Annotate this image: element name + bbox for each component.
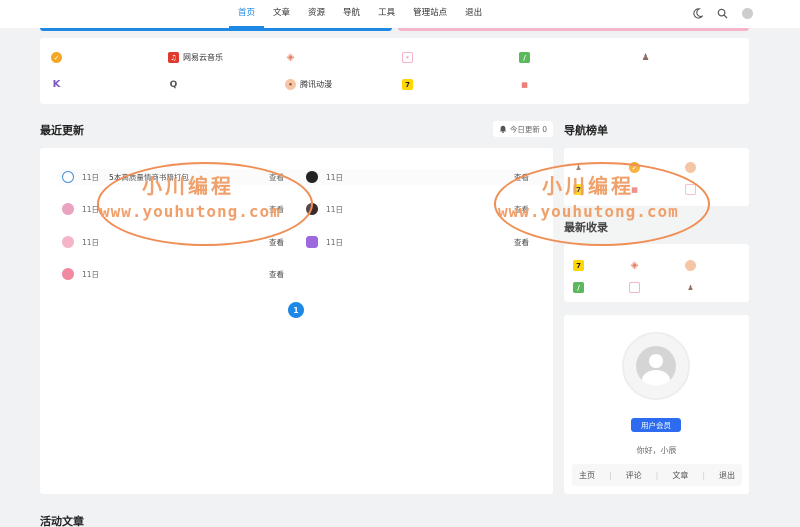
tencent-comic-icon[interactable] — [685, 162, 696, 173]
leaf-icon: / — [519, 52, 530, 63]
quick-link-netease[interactable]: ♫ 网易云音乐 — [168, 52, 223, 63]
netease-music-icon: ♫ — [168, 52, 179, 63]
quick-link-label: 网易云音乐 — [183, 53, 223, 62]
greeting-text: 你好，小辰 — [636, 446, 677, 455]
seven-logo-icon: 7 — [402, 79, 413, 90]
check-badge-icon: ✓ — [51, 52, 62, 63]
quick-link[interactable]: ▦ — [519, 79, 534, 90]
site-icon — [62, 171, 74, 183]
divider: | — [655, 470, 659, 480]
nav-home[interactable]: 首页 — [229, 0, 265, 28]
site-icon — [62, 268, 74, 280]
seven-logo-icon[interactable]: 7 — [573, 260, 584, 271]
person-icon[interactable]: ♟ — [685, 282, 696, 293]
bell-icon — [499, 125, 507, 133]
dark-mode-icon[interactable] — [690, 6, 704, 20]
quick-link[interactable]: 7 — [402, 79, 417, 90]
quick-link[interactable]: Q — [168, 79, 183, 90]
nav-admin[interactable]: 管理站点 — [404, 0, 456, 28]
quick-link[interactable]: ◈ — [285, 52, 300, 63]
chuye-icon: ▦ — [521, 80, 528, 89]
quick-link[interactable]: K — [51, 79, 66, 90]
pig-icon[interactable] — [629, 282, 640, 293]
quick-link[interactable]: ✓ — [51, 52, 66, 63]
list-item[interactable]: 11日 — [62, 236, 99, 248]
person-icon: ♟ — [641, 52, 650, 63]
top-navbar: 首页 文章 资源 导航 工具 管理站点 退出 — [0, 0, 800, 28]
quick-link-tencent-comic[interactable]: • 腾讯动漫 — [285, 79, 332, 90]
profile-link-articles[interactable]: 文章 — [672, 470, 688, 481]
list-item[interactable]: 11日 — [62, 203, 99, 215]
quick-link-label: 腾讯动漫 — [300, 80, 332, 89]
list-item[interactable]: 11日 — [306, 171, 343, 183]
list-item[interactable]: 11日 — [62, 268, 99, 280]
vip-badge[interactable]: 用户会员 — [631, 418, 681, 432]
profile-links: 主页 | 评论 | 文章 | 退出 — [572, 464, 742, 486]
list-item[interactable]: 11日 — [306, 236, 343, 248]
search-icon[interactable] — [715, 6, 729, 20]
view-link[interactable]: 查看 — [269, 269, 284, 280]
pagination-page-1[interactable]: 1 — [288, 302, 304, 318]
user-avatar[interactable] — [740, 6, 754, 20]
view-link[interactable]: 查看 — [269, 237, 284, 248]
profile-link-home[interactable]: 主页 — [579, 470, 595, 481]
watermark-url: www.youhutong.com — [100, 202, 281, 221]
nav-logout[interactable]: 退出 — [456, 0, 491, 28]
quick-link[interactable]: ♟ — [640, 52, 655, 63]
site-icon — [306, 171, 318, 183]
site-icon — [62, 236, 74, 248]
divider: | — [608, 470, 612, 480]
nav-navigation[interactable]: 导航 — [334, 0, 369, 28]
quick-links-card: ✓ ♫ 网易云音乐 ◈ • / ♟ K Q • 腾讯动漫 7 ▦ — [40, 38, 749, 104]
site-icon — [62, 203, 74, 215]
nav-resources[interactable]: 资源 — [299, 0, 334, 28]
default-avatar-icon — [636, 346, 676, 386]
tencent-comic-icon: • — [285, 79, 296, 90]
nav-tools-group — [690, 6, 754, 20]
diamond-icon: ◈ — [286, 52, 295, 63]
site-icon — [306, 236, 318, 248]
today-updates-badge[interactable]: 今日更新 0 — [493, 121, 553, 137]
newest-card: 7 ◈ / ♟ — [564, 244, 749, 302]
tencent-comic-icon[interactable] — [685, 260, 696, 271]
banner-strip-blue — [40, 28, 392, 31]
main-nav: 首页 文章 资源 导航 工具 管理站点 退出 — [229, 0, 491, 28]
profile-link-logout[interactable]: 退出 — [719, 470, 735, 481]
nav-rank-title: 导航榜单 — [564, 124, 608, 137]
view-link[interactable]: 查看 — [514, 237, 529, 248]
diamond-icon[interactable]: ◈ — [629, 260, 640, 271]
banner-strip-pink — [398, 28, 749, 31]
profile-link-comments[interactable]: 评论 — [626, 470, 642, 481]
quick-link[interactable]: • — [402, 52, 417, 63]
watermark-text: 小川编程 — [542, 174, 634, 198]
q-logo-icon: Q — [169, 79, 178, 90]
watermark-text: 小川编程 — [142, 174, 234, 198]
active-articles-title: 活动文章 — [40, 515, 84, 527]
divider: | — [702, 470, 706, 480]
quick-link[interactable]: / — [519, 52, 534, 63]
k-logo-icon: K — [52, 79, 61, 90]
profile-avatar[interactable] — [622, 332, 690, 400]
avatar-icon — [741, 7, 753, 19]
recent-updates-title: 最近更新 — [40, 124, 84, 137]
leaf-icon[interactable]: / — [573, 282, 584, 293]
nav-articles[interactable]: 文章 — [264, 0, 299, 28]
watermark-url: www.youhutong.com — [498, 202, 679, 221]
nav-tools[interactable]: 工具 — [369, 0, 404, 28]
pig-icon: • — [402, 52, 413, 63]
